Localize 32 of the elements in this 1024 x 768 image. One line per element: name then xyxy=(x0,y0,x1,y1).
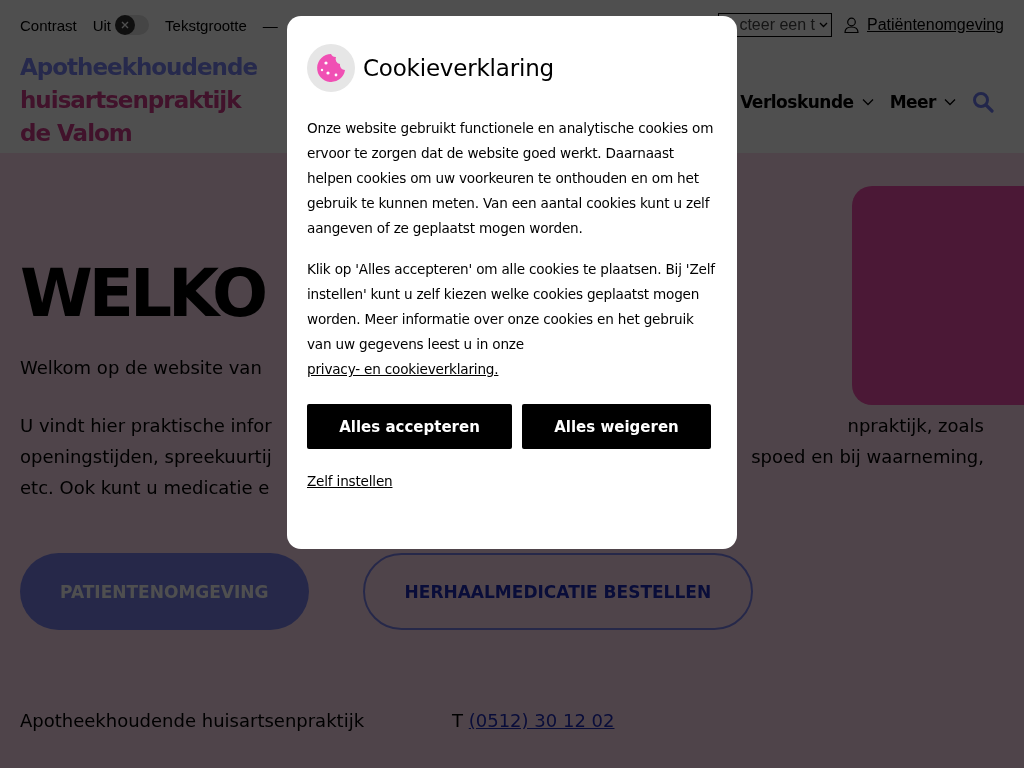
practice-name: Apotheekhoudende huisartsenpraktijk xyxy=(20,710,366,731)
nav-menu-item[interactable]: Meer xyxy=(889,91,956,112)
contrast-toggle[interactable] xyxy=(115,15,150,35)
text-size-decrease[interactable]: — xyxy=(262,16,278,34)
hero-button[interactable]: HERHAALMEDICATIE BESTELLEN xyxy=(362,553,754,630)
cookie-settings-link[interactable]: Zelf instellen xyxy=(307,469,393,494)
intro-text: Welkom op de website van xyxy=(20,357,262,378)
hero-heading: WELKO xyxy=(20,254,265,334)
contrast-state: Uit xyxy=(92,16,112,34)
phone-label: T xyxy=(452,710,463,731)
info-text: spoed en bij waarneming, xyxy=(751,445,984,469)
chevron-down-icon xyxy=(861,97,874,106)
chevron-down-icon xyxy=(944,97,956,106)
nav-menu-item[interactable]: Verloskunde xyxy=(740,91,874,112)
text-size-label: Tekstgrootte xyxy=(165,16,247,34)
dialog-title: Cookieverklaring xyxy=(363,55,554,81)
search-icon[interactable] xyxy=(972,90,994,113)
info-text: U vindt hier praktische infor xyxy=(20,414,272,438)
chevron-down-icon xyxy=(819,22,828,28)
close-icon xyxy=(120,20,131,30)
cookie-icon xyxy=(307,44,355,92)
contrast-label: Contrast xyxy=(20,16,77,34)
info-text: npraktijk, zoals xyxy=(847,414,984,438)
privacy-link[interactable]: privacy- en cookieverklaring. xyxy=(307,361,499,377)
info-text: etc. Ook kunt u medicatie e xyxy=(20,476,270,500)
info-text: openingstijden, spreekuurtij xyxy=(20,445,272,469)
accept-all-button[interactable]: Alles accepteren xyxy=(307,404,512,449)
reject-all-button[interactable]: Alles weigeren xyxy=(522,404,711,449)
cookie-text: Onze website gebruikt functionele en analytische cookies om ervoor te zorgen dat de website goed werkt. Daarnaast helpen cookies om uw voorkeuren te onthouden en om het gebruik te kunnen meten. Van een aantal cookies kunt u zelf aangeven of ze geplaatst mogen worden. xyxy=(307,119,715,238)
patient-portal-link[interactable]: Patiëntenomgeving xyxy=(867,16,1004,34)
phone-link[interactable]: (0512) 30 12 02 xyxy=(468,710,615,731)
user-icon xyxy=(844,17,859,33)
